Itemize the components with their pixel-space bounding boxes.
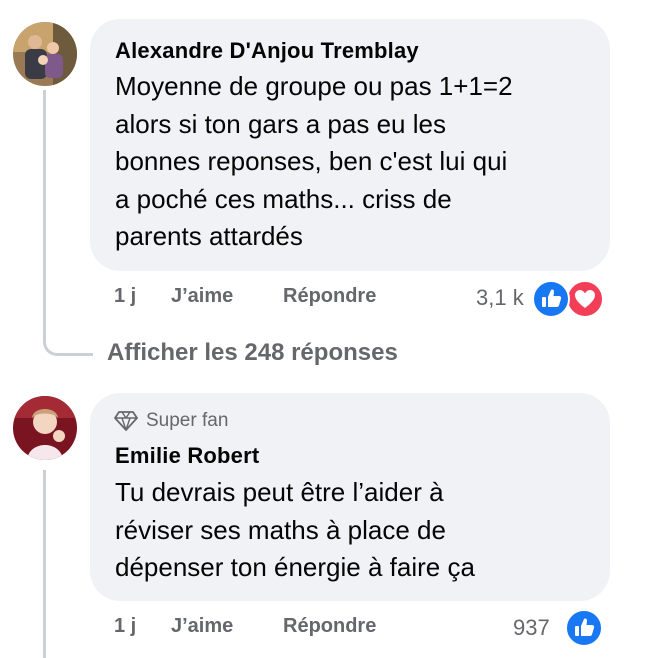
avatar[interactable]: [13, 396, 77, 460]
like-icon[interactable]: [532, 280, 570, 318]
reaction-count[interactable]: 3,1 k: [476, 285, 524, 311]
comment-author[interactable]: Emilie Robert: [115, 443, 259, 469]
comment-text: Tu devrais peut être l’aider à réviser s…: [115, 477, 475, 582]
love-icon[interactable]: [566, 280, 604, 318]
reply-button[interactable]: Répondre: [283, 285, 376, 308]
badge-label: Super fan: [146, 410, 229, 431]
comment-author[interactable]: Alexandre D'Anjou Tremblay: [115, 38, 419, 64]
comment-timestamp[interactable]: 1 j: [114, 615, 136, 638]
super-fan-badge: Super fan: [114, 410, 228, 432]
thread-connector: [43, 320, 93, 356]
comment-timestamp[interactable]: 1 j: [114, 285, 136, 308]
reaction-count[interactable]: 937: [513, 615, 550, 641]
like-button[interactable]: J’aime: [171, 285, 233, 308]
avatar[interactable]: [13, 22, 77, 86]
thread-line: [43, 90, 46, 330]
view-replies-link[interactable]: Afficher les 248 réponses: [107, 339, 398, 367]
reply-button[interactable]: Répondre: [283, 615, 376, 638]
comment-text: Moyenne de groupe ou pas 1+1=2 alors si …: [115, 71, 513, 251]
like-icon[interactable]: [565, 609, 603, 647]
thread-line: [43, 470, 46, 658]
diamond-icon: [114, 411, 138, 431]
like-button[interactable]: J’aime: [171, 615, 233, 638]
